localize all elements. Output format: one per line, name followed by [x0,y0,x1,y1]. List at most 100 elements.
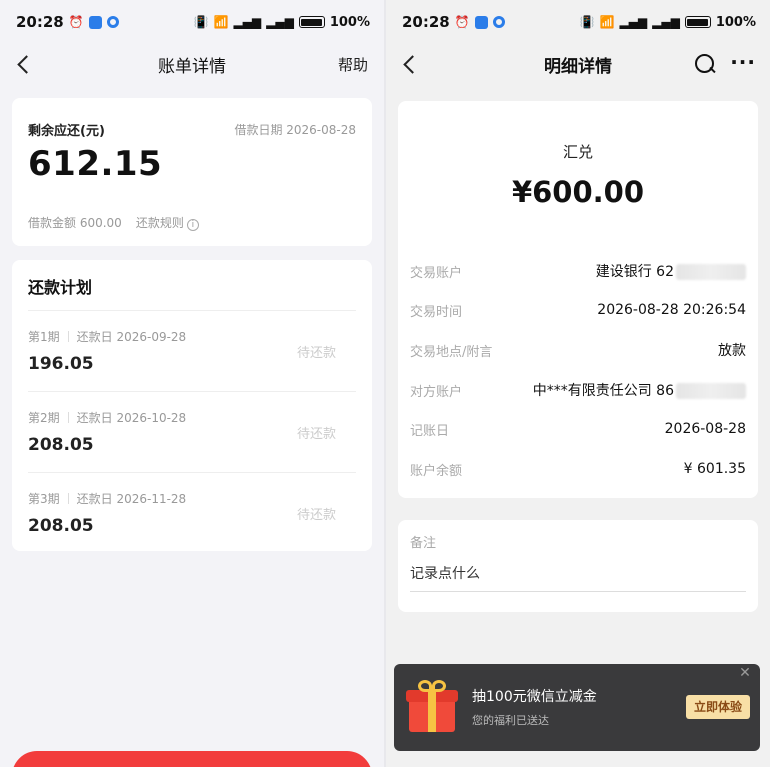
divider [67,493,69,504]
info-icon: i [186,219,199,231]
period: 第2期 [28,411,60,425]
redacted-mask [676,383,746,399]
plan-status: 待还款 [296,427,336,442]
plan-amount: 196.05 [28,354,94,374]
plan-title: 还款计划 [28,278,93,297]
detail-key: 交易时间 [410,304,463,320]
transaction-detail-screen: 20:28 ⏰ 📳 📶 ▂▄▆ ▂▄▆ 100% 明细详情 ··· 汇兑 ¥60… [386,0,770,767]
detail-row-posting-date: 记账日 2026-08-28 [410,418,746,440]
promo-banner[interactable]: 抽100元微信立减金 您的福利已送达 立即体验 ✕ [394,664,760,751]
redacted-mask [676,264,746,280]
search-icon[interactable] [694,53,716,75]
memo-card: 备注 记录点什么 [398,520,758,612]
signal-5g-icon: ▂▄▆ [233,15,262,29]
vibrate-icon: 📳 [579,15,595,29]
divider [67,412,69,423]
transaction-type: 汇兑 [562,143,593,161]
detail-key: 交易地点/附言 [410,344,493,360]
repay-rule-link[interactable]: 还款规则 i [136,214,199,231]
vibrate-icon: 📳 [193,15,209,29]
plan-row[interactable]: 第3期 还款日 2026-11-28 208.05 待还款 [28,472,356,552]
gift-bow [418,680,432,692]
loan-meta: 借款金额 600.00 还款规则 i [28,214,199,231]
account-text: 建设银行 62 [595,264,674,280]
signal-5g-icon-2: ▂▄▆ [266,15,294,29]
repayment-plan-card: 还款计划 第1期 还款日 2026-09-28 196.05 待还款 第2期 还款日… [12,260,372,551]
detail-value: 2026-08-28 20:26:54 [597,302,746,318]
back-icon[interactable] [400,50,426,78]
signal-5g-icon-2: ▂▄▆ [652,15,680,29]
detail-value: 放款 [718,343,746,359]
promo-title: 抽100元微信立减金 [472,689,597,705]
bill-detail-screen: 20:28 ⏰ 📳 📶 ▂▄▆ ▂▄▆ 100% 账单详情 帮助 剩余应还(元)… [0,0,384,767]
repay-button[interactable] [12,751,372,767]
gift-bow [432,680,446,692]
plan-status: 待还款 [296,346,336,361]
repay-rule-label: 还款规则 [135,216,184,230]
gift-icon [406,678,458,734]
nav-bar: 账单详情 帮助 [0,44,384,84]
plan-status: 待还款 [296,508,336,523]
gift-ribbon [428,690,436,732]
plan-row[interactable]: 第2期 还款日 2026-10-28 208.05 待还款 [28,391,356,471]
status-time: 20:28 [402,13,450,31]
wifi-icon: 📶 [213,15,229,29]
plan-amount: 208.05 [28,516,94,536]
summary-card: 剩余应还(元) 借款日期 2026-08-28 612.15 借款金额 600.… [12,98,372,246]
back-icon[interactable] [14,50,40,78]
detail-value: 2026-08-28 [664,421,746,437]
detail-row-memo: 交易地点/附言 放款 [410,339,746,361]
divider [67,331,69,342]
detail-key: 账户余额 [410,463,463,479]
app-notification-icon-2 [106,16,119,28]
battery-percent: 100% [329,14,370,30]
detail-value: 建设银行 62 [596,261,746,281]
help-link[interactable]: 帮助 [338,54,368,75]
memo-label: 备注 [410,536,437,551]
detail-key: 记账日 [410,423,450,439]
plan-head: 第1期 还款日 2026-09-28 [28,328,186,345]
counterparty-text: 中***有限责任公司 86 [532,383,674,399]
alarm-icon: ⏰ [454,15,470,29]
detail-row-account: 交易账户 建设银行 62 [410,260,746,282]
wifi-icon: 📶 [599,15,615,29]
plan-row[interactable]: 第1期 还款日 2026-09-28 196.05 待还款 [28,310,356,390]
detail-value: ¥ 601.35 [683,461,746,477]
divider [28,391,356,392]
battery-icon [684,16,711,28]
detail-key: 对方账户 [410,384,463,400]
memo-input[interactable]: 记录点什么 [410,560,746,592]
plan-amount: 208.05 [28,435,94,455]
try-now-button[interactable]: 立即体验 [686,695,750,719]
due-date: 还款日 2026-09-28 [76,330,187,344]
status-bar: 20:28 ⏰ 📳 📶 ▂▄▆ ▂▄▆ 100% [386,0,770,44]
alarm-icon: ⏰ [68,15,84,29]
detail-row-balance: 账户余额 ¥ 601.35 [410,458,746,480]
app-notification-icon [474,15,488,29]
detail-key: 交易账户 [410,265,463,281]
page-title: 账单详情 [158,56,226,77]
nav-bar: 明细详情 ··· [386,44,770,84]
plan-head: 第3期 还款日 2026-11-28 [28,490,186,507]
detail-row-time: 交易时间 2026-08-28 20:26:54 [410,299,746,321]
period: 第1期 [28,330,60,344]
transaction-card: 汇兑 ¥600.00 交易账户 建设银行 62 交易时间 2026-08-28 … [398,101,758,498]
transaction-amount: ¥600.00 [511,175,645,209]
period: 第3期 [28,492,60,506]
more-icon[interactable]: ··· [730,52,756,72]
promo-subtitle: 您的福利已送达 [472,714,549,727]
remaining-amount: 612.15 [28,144,163,184]
app-notification-icon-2 [492,16,505,28]
due-date: 还款日 2026-11-28 [76,492,187,506]
loan-amount: 借款金额 600.00 [28,216,122,230]
battery-percent: 100% [715,14,756,30]
divider [28,472,356,473]
app-notification-icon [88,15,102,29]
close-icon[interactable]: ✕ [738,666,752,680]
page-title: 明细详情 [544,56,612,77]
status-bar: 20:28 ⏰ 📳 📶 ▂▄▆ ▂▄▆ 100% [0,0,384,44]
due-date: 还款日 2026-10-28 [76,411,187,425]
remaining-label: 剩余应还(元) [28,124,105,139]
detail-value: 中***有限责任公司 86 [533,380,746,400]
divider [28,310,356,311]
